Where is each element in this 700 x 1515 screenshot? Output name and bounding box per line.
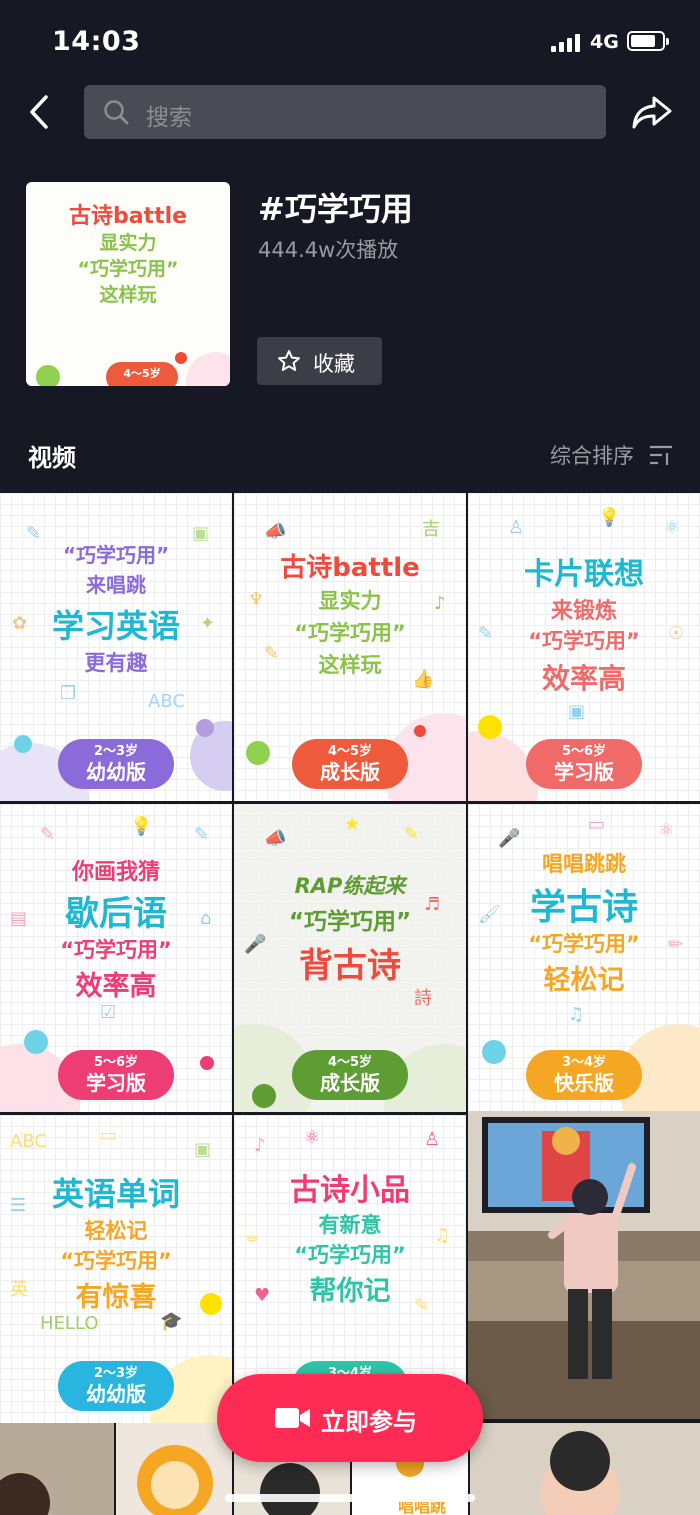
version-badge: 4～5岁 成长版 bbox=[292, 739, 408, 789]
tile-line: 轻松记 bbox=[543, 965, 625, 996]
video-camera-icon bbox=[275, 1408, 310, 1428]
section-title: 视频 bbox=[28, 444, 76, 472]
chevron-left-icon bbox=[30, 95, 48, 129]
topic-title: #巧学巧用 bbox=[258, 190, 413, 228]
version-label: 幼幼版 bbox=[86, 760, 146, 784]
tile-line: 有惊喜 bbox=[75, 1282, 157, 1313]
tile-line: 英语单词 bbox=[51, 1175, 180, 1213]
version-badge: 5～6岁 学习版 bbox=[526, 739, 642, 789]
tile-line: “巧学巧用” bbox=[60, 938, 172, 962]
status-time: 14:03 bbox=[52, 26, 141, 57]
video-tile[interactable]: ✎ 💡 ✎ ▤ ⌂ ☑ 你画我猜 歇后语 “巧学巧用” 效率高 5～6岁 学习版 bbox=[0, 804, 232, 1112]
video-tile[interactable]: ♙ 💡 ⚛ ✎ ☉ ▣ 卡片联想 来锻炼 “巧学巧用” 效率高 5～6岁 学习版 bbox=[468, 493, 700, 801]
tile-line: “巧学巧用” bbox=[62, 543, 170, 567]
tile-line: RAP练起来 bbox=[294, 874, 406, 898]
home-indicator[interactable] bbox=[225, 1494, 475, 1502]
status-bar: 14:03 4G bbox=[0, 0, 700, 84]
version-badge: 2～3岁 幼幼版 bbox=[58, 1361, 174, 1411]
video-tile-photo[interactable] bbox=[468, 1111, 700, 1419]
video-tile[interactable]: 📣 ★ ✎ 🎤 ♬ 詩 RAP练起来 “巧学巧用” 背古诗 4～5岁 成长版 bbox=[234, 804, 466, 1112]
sort-button[interactable]: 综合排序 bbox=[550, 440, 634, 470]
age-label: 4～5岁 bbox=[327, 1055, 373, 1070]
back-button[interactable] bbox=[24, 92, 58, 132]
tile-line: 歇后语 bbox=[65, 894, 167, 934]
network-label: 4G bbox=[590, 31, 619, 53]
video-tile[interactable]: ✎ ▣ ✿ ✦ ❐ ABC “巧学巧用” 来唱跳 学习英语 更有趣 2～3岁 幼… bbox=[0, 493, 232, 801]
tile-line: 有新意 bbox=[318, 1213, 382, 1237]
cover-line3: “巧学巧用” bbox=[77, 258, 179, 280]
version-badge: 5～6岁 学习版 bbox=[58, 1050, 174, 1100]
search-placeholder: 搜索 bbox=[146, 105, 192, 131]
cover-line4: 这样玩 bbox=[99, 284, 157, 306]
tile-line: “巧学巧用” bbox=[294, 621, 406, 645]
version-badge: 2～3岁 幼幼版 bbox=[58, 739, 174, 789]
favorite-button[interactable]: 收藏 bbox=[257, 337, 382, 385]
tile-line: “巧学巧用” bbox=[528, 629, 640, 653]
tile-line: 你画我猜 bbox=[71, 860, 160, 885]
age-label: 5～6岁 bbox=[561, 744, 607, 759]
play-count: 444.4w次播放 bbox=[258, 238, 399, 262]
tile-line: “巧学巧用” bbox=[288, 909, 412, 935]
share-button[interactable] bbox=[630, 92, 674, 132]
battery-icon bbox=[627, 31, 669, 51]
search-input[interactable]: 搜索 bbox=[84, 85, 606, 139]
tile-line: 轻松记 bbox=[84, 1219, 148, 1243]
version-label: 成长版 bbox=[320, 760, 380, 784]
tile-line: 效率高 bbox=[75, 971, 157, 1002]
tile-line: 显实力 bbox=[318, 589, 382, 613]
age-label: 4～5岁 bbox=[327, 744, 373, 759]
share-icon bbox=[632, 96, 672, 129]
tile-line: 效率高 bbox=[541, 662, 626, 695]
join-button[interactable]: 立即参与 bbox=[217, 1374, 483, 1462]
sort-icon[interactable] bbox=[648, 444, 674, 466]
version-label: 幼幼版 bbox=[86, 1382, 146, 1406]
tile-line: “巧学巧用” bbox=[528, 932, 640, 956]
cover-line2: 显实力 bbox=[99, 232, 157, 254]
age-label: 2～3岁 bbox=[93, 744, 139, 759]
tile-line: 帮你记 bbox=[309, 1276, 391, 1307]
video-tile[interactable]: 🎤 ▭ ⚛ 🖌 ✏ ♫ 唱唱跳跳 学古诗 “巧学巧用” 轻松记 3～4岁 快乐版 bbox=[468, 804, 700, 1112]
age-label: 5～6岁 bbox=[93, 1055, 139, 1070]
tile-line: 学古诗 bbox=[529, 887, 638, 928]
video-tile[interactable]: 📣 吉 ♆ ♪ ✎ 👍 古诗battle 显实力 “巧学巧用” 这样玩 4～5岁… bbox=[234, 493, 466, 801]
favorite-label: 收藏 bbox=[313, 352, 355, 376]
tile-line: 这样玩 bbox=[318, 653, 382, 677]
tile-line: 古诗小品 bbox=[290, 1173, 410, 1208]
join-label: 立即参与 bbox=[321, 1408, 417, 1436]
star-icon bbox=[278, 350, 300, 371]
version-label: 学习版 bbox=[86, 1071, 146, 1095]
tile-line: 背古诗 bbox=[299, 946, 401, 986]
topic-cover: 古诗battle 显实力 “巧学巧用” 这样玩 4～5岁 bbox=[26, 182, 230, 386]
tile-line: 来唱跳 bbox=[86, 573, 146, 597]
version-label: 快乐版 bbox=[554, 1071, 614, 1095]
tile-line: 学习英语 bbox=[51, 607, 180, 645]
age-label: 2～3岁 bbox=[93, 1366, 139, 1381]
cover-line1: 古诗battle bbox=[68, 204, 188, 229]
tile-line: “巧学巧用” bbox=[294, 1243, 406, 1267]
version-badge: 3～4岁 快乐版 bbox=[526, 1050, 642, 1100]
version-label: 学习版 bbox=[554, 760, 614, 784]
version-label: 成长版 bbox=[320, 1071, 380, 1095]
tile-line: 卡片联想 bbox=[524, 557, 644, 592]
tile-line: “巧学巧用” bbox=[60, 1249, 172, 1273]
cover-age: 4～5岁 bbox=[123, 367, 161, 380]
tile-line: 唱唱跳跳 bbox=[542, 852, 626, 876]
search-icon bbox=[104, 100, 129, 125]
tile-line: 更有趣 bbox=[84, 651, 148, 675]
age-label: 3～4岁 bbox=[561, 1055, 607, 1070]
tile-line: 古诗battle bbox=[280, 553, 420, 583]
child-dancing-thumbnail bbox=[468, 1111, 700, 1419]
tile-line: 来锻炼 bbox=[550, 599, 617, 624]
signal-icon bbox=[551, 34, 583, 52]
video-tile[interactable]: ABC ▭ ▣ ☰ 英 🎓 HELLO 英语单词 轻松记 “巧学巧用” 有惊喜 … bbox=[0, 1115, 232, 1423]
version-badge: 4～5岁 成长版 bbox=[292, 1050, 408, 1100]
